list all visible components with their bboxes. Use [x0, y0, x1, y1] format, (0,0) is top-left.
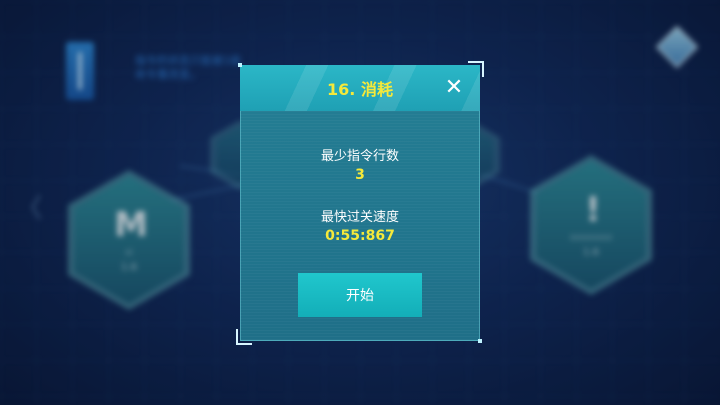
fastest-speed-value: 0:55:867 [325, 228, 395, 244]
level-info-dialog: 16. 消耗 ✕ 最少指令行数 3 最快过关速度 0:55:867 开始 [236, 61, 484, 345]
frame-dot [478, 339, 482, 343]
frame-corner [468, 61, 484, 77]
min-instructions-value: 3 [355, 167, 365, 183]
close-icon: ✕ [444, 75, 464, 100]
frame-corner [236, 329, 252, 345]
min-instructions-label: 最少指令行数 [320, 149, 399, 164]
fastest-speed-label: 最快过关速度 [320, 210, 399, 225]
close-button[interactable]: ✕ [442, 76, 466, 100]
start-button[interactable]: 开始 [298, 273, 422, 317]
frame-dot [238, 63, 242, 67]
dialog-title: 16. 消耗 [327, 80, 393, 99]
